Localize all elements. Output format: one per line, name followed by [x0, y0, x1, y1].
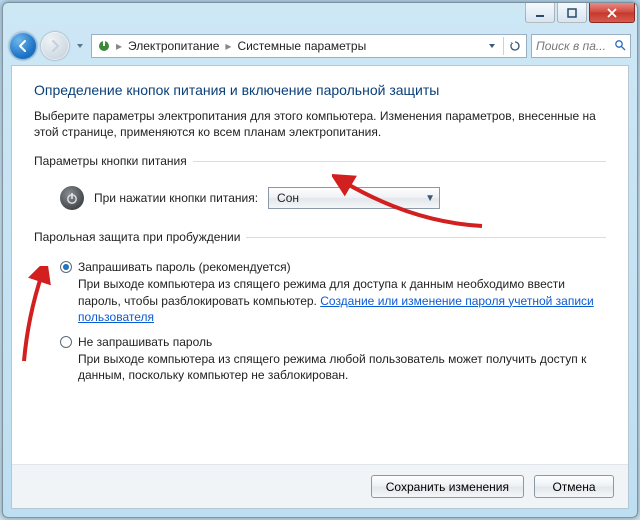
- close-button[interactable]: [589, 3, 635, 23]
- search-icon: [614, 39, 626, 54]
- page-intro: Выберите параметры электропитания для эт…: [34, 108, 606, 140]
- address-dropdown-icon[interactable]: [483, 35, 501, 57]
- content-area: Определение кнопок питания и включение п…: [12, 66, 628, 464]
- address-bar[interactable]: ▸ Электропитание ▸ Системные параметры: [91, 34, 527, 58]
- window-frame: ▸ Электропитание ▸ Системные параметры П…: [2, 2, 638, 518]
- radio-require-password[interactable]: [60, 261, 72, 273]
- footer: Сохранить изменения Отмена: [12, 464, 628, 508]
- power-button-action-select[interactable]: Сон ▼: [268, 187, 440, 209]
- search-input[interactable]: Поиск в па...: [531, 34, 631, 58]
- search-placeholder: Поиск в па...: [536, 39, 606, 53]
- power-button-action-value: Сон: [277, 191, 299, 205]
- control-panel-icon: [96, 38, 112, 54]
- power-button-label: При нажатии кнопки питания:: [94, 191, 258, 205]
- content-panel: Определение кнопок питания и включение п…: [11, 65, 629, 509]
- radio-require-password-label: Запрашивать пароль (рекомендуется): [78, 260, 291, 274]
- group-password-legend: Парольная защита при пробуждении: [34, 230, 246, 244]
- page-title: Определение кнопок питания и включение п…: [34, 82, 606, 98]
- address-tools: [483, 35, 524, 57]
- breadcrumb-leaf[interactable]: Системные параметры: [235, 39, 368, 53]
- separator: [503, 37, 504, 55]
- radio-no-password-block: Не запрашивать пароль При выходе компьют…: [34, 331, 606, 389]
- maximize-button[interactable]: [557, 3, 587, 23]
- save-button[interactable]: Сохранить изменения: [371, 475, 524, 498]
- forward-button[interactable]: [41, 32, 69, 60]
- group-power-button: Параметры кнопки питания При нажатии кно…: [34, 154, 606, 222]
- power-icon: [60, 186, 84, 210]
- minimize-button[interactable]: [525, 3, 555, 23]
- breadcrumb-root[interactable]: Электропитание: [126, 39, 221, 53]
- chevron-down-icon: ▼: [425, 193, 435, 204]
- radio-no-password[interactable]: [60, 336, 72, 348]
- radio-no-password-desc: При выходе компьютера из спящего режима …: [60, 349, 606, 383]
- back-button[interactable]: [9, 32, 37, 60]
- radio-require-password-block: Запрашивать пароль (рекомендуется) При в…: [34, 256, 606, 331]
- chevron-right-icon: ▸: [223, 39, 233, 53]
- group-power-button-legend: Параметры кнопки питания: [34, 154, 193, 168]
- cancel-button[interactable]: Отмена: [534, 475, 614, 498]
- radio-require-password-desc: При выходе компьютера из спящего режима …: [60, 274, 606, 325]
- chevron-right-icon: ▸: [114, 39, 124, 53]
- radio-no-password-label: Не запрашивать пароль: [78, 335, 212, 349]
- nav-row: ▸ Электропитание ▸ Системные параметры П…: [3, 31, 637, 65]
- nav-history-dropdown[interactable]: [73, 36, 87, 56]
- group-password-wake: Парольная защита при пробуждении Запраши…: [34, 230, 606, 397]
- titlebar: [3, 3, 637, 31]
- refresh-icon[interactable]: [506, 35, 524, 57]
